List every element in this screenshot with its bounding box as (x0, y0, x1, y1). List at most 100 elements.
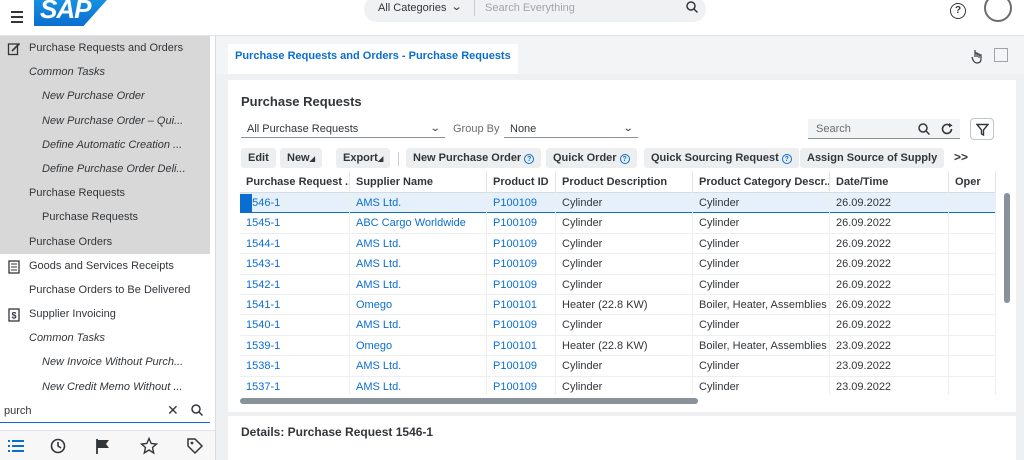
table-cell[interactable]: P100109 (487, 315, 556, 336)
nav-item[interactable]: Purchase Requests (0, 181, 210, 206)
table-row[interactable]: 1545-1 ABC Cargo Worldwide P100109 Cylinder… (240, 213, 996, 234)
table-row[interactable]: 1544-1 AMS Ltd. P100109 Cylinder Cylinder 26.… (240, 233, 996, 255)
user-avatar[interactable] (984, 0, 1012, 22)
table-row[interactable]: 1541-1 Omego P100101 Heater (22.8 KW) Boiler… (240, 295, 996, 316)
table-cell[interactable]: P100109 (487, 356, 556, 377)
nav-item[interactable]: Common Tasks (0, 60, 210, 85)
nav-item[interactable]: New Invoice Without Purch... (0, 350, 215, 374)
table-cell[interactable]: P100109 (487, 213, 556, 234)
menu-icon[interactable] (6, 6, 28, 28)
table-cell[interactable]: 1539-1 (240, 335, 350, 356)
column-header[interactable]: Date/Time (830, 171, 949, 193)
nav-filter[interactable]: ✕ (0, 399, 210, 423)
table-cell[interactable]: 1538-1 (240, 356, 350, 377)
table-search[interactable]: Search (808, 119, 960, 139)
column-header[interactable]: Supplier Name (350, 171, 487, 193)
column-header[interactable]: Product ID (487, 171, 556, 193)
global-search[interactable]: All Categories ⌄ Search Everything (364, 0, 706, 22)
list-icon[interactable] (7, 437, 25, 455)
more-button[interactable]: >> (954, 150, 968, 164)
column-header[interactable]: Oper (949, 171, 996, 193)
export-button[interactable]: Export◢ (336, 148, 391, 168)
nav-item[interactable]: Define Purchase Order Deli... (0, 156, 210, 182)
nav-item[interactable]: Purchase Requests (0, 205, 210, 230)
search-icon[interactable] (686, 1, 698, 13)
nav-item[interactable]: Common Tasks (0, 326, 215, 350)
table-cell[interactable]: P100101 (487, 335, 556, 356)
table-row[interactable]: 1543-1 AMS Ltd. P100109 Cylinder Cylinder 26.… (240, 254, 996, 275)
nav-item[interactable]: Goods and Services Receipts (0, 254, 215, 278)
table-cell[interactable]: AMS Ltd. (350, 315, 487, 336)
table-cell[interactable]: 1542-1 (240, 274, 350, 295)
clear-icon[interactable]: ✕ (167, 402, 179, 419)
new-purchase-order-button[interactable]: New Purchase Order? (406, 148, 542, 168)
nav-filter-input[interactable] (4, 403, 154, 419)
quick-order-button[interactable]: Quick Order? (546, 148, 637, 168)
search-category-select[interactable]: All Categories (378, 2, 446, 14)
table-cell[interactable]: P100109 (487, 254, 556, 275)
nav-item[interactable]: Purchase Orders to Be Delivered (0, 278, 215, 302)
flag-icon[interactable] (94, 437, 112, 455)
table-cell[interactable]: P100101 (487, 295, 556, 315)
table-cell[interactable]: AMS Ltd. (350, 233, 487, 254)
column-header[interactable]: Product Category Descr... (693, 171, 830, 193)
table-row[interactable]: 1540-1 AMS Ltd. P100109 Cylinder Cylinder 26.… (240, 315, 996, 336)
column-header[interactable]: Product Description (556, 171, 693, 193)
nav-item[interactable]: Purchase Requests and Orders (0, 36, 210, 61)
table-row[interactable]: 1538-1 AMS Ltd. P100109 Cylinder Cylinder 23.… (240, 356, 996, 377)
horizontal-scrollbar[interactable] (240, 398, 996, 404)
nav-item[interactable]: Purchase Orders (0, 229, 210, 254)
table-cell[interactable]: AMS Ltd. (350, 193, 487, 213)
table-row[interactable]: 1537-1 AMS Ltd. P100109 Cylinder Cylinder 23.… (240, 376, 996, 395)
table-cell[interactable]: 1545-1 (240, 213, 350, 234)
tag-icon[interactable] (186, 437, 204, 455)
table-cell[interactable]: 1544-1 (240, 233, 350, 254)
edit-button[interactable]: Edit (241, 148, 276, 168)
table-cell[interactable]: Omego (350, 335, 487, 356)
table-cell (949, 233, 996, 254)
favorites-icon[interactable] (140, 437, 158, 455)
table-row[interactable]: 1542-1 AMS Ltd. P100109 Cylinder Cylinder 26.… (240, 274, 996, 295)
assign-source-button[interactable]: Assign Source of Supply (800, 148, 945, 168)
scrollbar-thumb[interactable] (240, 398, 698, 404)
nav-item[interactable]: Define Automatic Creation ... (0, 132, 210, 157)
nav-item[interactable]: New Credit Memo Without ... (0, 375, 215, 399)
table-row[interactable]: 1546-1 AMS Ltd. P100109 Cylinder Cylinder 26.… (240, 193, 996, 214)
table-search-input[interactable]: Search (816, 123, 851, 135)
history-icon[interactable] (49, 437, 67, 455)
column-header[interactable]: Purchase Request ... (240, 171, 350, 193)
table-cell[interactable]: Omego (350, 295, 487, 315)
search-input[interactable]: Search Everything (485, 2, 575, 14)
search-icon[interactable] (191, 404, 203, 416)
table-cell[interactable]: AMS Ltd. (350, 254, 487, 275)
table-cell[interactable]: 1543-1 (240, 254, 350, 275)
new-button[interactable]: New◢ (280, 148, 323, 168)
nav-item[interactable]: New Purchase Order – Qui... (0, 108, 210, 133)
table-cell[interactable]: 1537-1 (240, 376, 350, 395)
table-cell[interactable]: ABC Cargo Worldwide (350, 213, 487, 234)
filter-button[interactable] (970, 118, 994, 140)
table-row[interactable]: 1539-1 Omego P100101 Heater (22.8 KW) Boiler… (240, 335, 996, 357)
table-cell[interactable]: 1540-1 (240, 315, 350, 336)
quick-sourcing-button[interactable]: Quick Sourcing Request? (644, 148, 799, 168)
table-cell[interactable]: P100109 (487, 274, 556, 295)
table-cell[interactable]: P100109 (487, 233, 556, 254)
help-icon[interactable]: ? (950, 3, 966, 19)
tab-purchase-requests[interactable]: Purchase Requests and Orders - Purchase … (228, 44, 518, 74)
vertical-scrollbar[interactable] (1004, 193, 1010, 303)
search-icon[interactable] (918, 123, 930, 135)
refresh-icon[interactable] (940, 122, 954, 136)
table-cell[interactable]: P100109 (487, 376, 556, 395)
table-cell[interactable]: P100109 (487, 193, 556, 213)
table-cell[interactable]: 1546-1 (240, 193, 350, 213)
table-cell[interactable]: 1541-1 (240, 295, 350, 315)
hand-icon[interactable] (970, 48, 984, 64)
nav-item[interactable]: $ Supplier Invoicing (0, 302, 215, 326)
group-by-select[interactable]: None ⌄ (504, 120, 638, 138)
view-select[interactable]: All Purchase Requests ⌄ (241, 120, 445, 138)
nav-item[interactable]: New Purchase Order (0, 84, 210, 109)
table-cell[interactable]: AMS Ltd. (350, 376, 487, 395)
maximize-icon[interactable] (994, 48, 1008, 62)
table-cell[interactable]: AMS Ltd. (350, 274, 487, 295)
table-cell[interactable]: AMS Ltd. (350, 356, 487, 377)
